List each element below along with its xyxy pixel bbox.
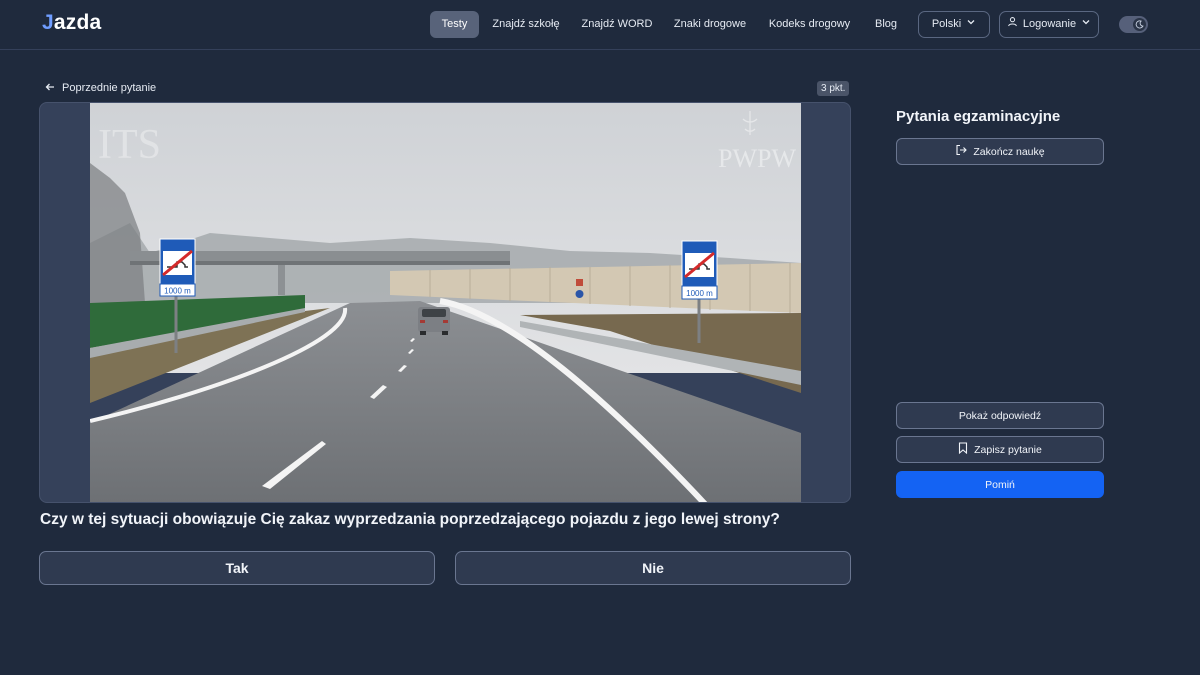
answer-yes-button[interactable]: Tak <box>39 551 435 585</box>
nav-blog[interactable]: Blog <box>870 11 902 38</box>
question-text: Czy w tej sytuacji obowiązuje Cię zakaz … <box>40 511 780 528</box>
language-label: Polski <box>931 18 962 30</box>
previous-question-link[interactable]: Poprzednie pytanie <box>44 80 156 96</box>
logo[interactable]: Jazda <box>42 11 101 35</box>
language-select[interactable]: Polski <box>918 11 990 38</box>
skip-label: Pomiń <box>985 478 1015 491</box>
user-icon <box>1007 12 1018 37</box>
finish-learning-button[interactable]: Zakończ naukę <box>896 138 1104 165</box>
logo-mark: J <box>42 11 54 34</box>
finish-learning-label: Zakończ naukę <box>973 145 1045 158</box>
moon-icon <box>1133 18 1146 31</box>
answer-no-button[interactable]: Nie <box>455 551 851 585</box>
nav-testy[interactable]: Testy <box>430 11 479 38</box>
sign-distance-left: 1000 m <box>164 287 191 296</box>
previous-question-label: Poprzednie pytanie <box>62 82 157 94</box>
nav-znaki-drogowe[interactable]: Znaki drogowe <box>671 11 749 38</box>
login-button[interactable]: Logowanie <box>999 11 1099 38</box>
watermark-its: ITS <box>98 122 161 168</box>
question-image-frame: 1000 m 1000 m ITS PWPW <box>39 102 851 503</box>
skip-button[interactable]: Pomiń <box>896 471 1104 498</box>
points-badge: 3 pkt. <box>817 81 850 96</box>
chevron-down-icon <box>966 12 976 37</box>
theme-toggle[interactable] <box>1119 16 1148 33</box>
nav-kodeks-drogowy[interactable]: Kodeks drogowy <box>765 11 854 38</box>
show-answer-label: Pokaż odpowiedź <box>958 409 1042 422</box>
sign-distance-right: 1000 m <box>686 289 713 298</box>
show-answer-button[interactable]: Pokaż odpowiedź <box>896 402 1104 429</box>
log-out-icon <box>955 144 968 159</box>
sidebar-title: Pytania egzaminacyjne <box>896 108 1061 125</box>
top-navbar: Jazda Testy Znajdź szkołę Znajdź WORD Zn… <box>0 0 1200 50</box>
bookmark-icon <box>958 442 968 457</box>
save-question-button[interactable]: Zapisz pytanie <box>896 436 1104 463</box>
chevron-down-icon <box>1081 12 1091 37</box>
login-label: Logowanie <box>1022 18 1077 30</box>
save-question-label: Zapisz pytanie <box>974 443 1042 456</box>
watermark-pwpw: PWPW <box>718 144 796 173</box>
nav-znajdz-szkole[interactable]: Znajdź szkołę <box>489 11 563 38</box>
arrow-left-icon <box>44 81 56 96</box>
logo-text: azda <box>53 11 102 34</box>
nav-znajdz-word[interactable]: Znajdź WORD <box>579 11 655 38</box>
question-image: 1000 m 1000 m ITS PWPW <box>90 103 801 502</box>
